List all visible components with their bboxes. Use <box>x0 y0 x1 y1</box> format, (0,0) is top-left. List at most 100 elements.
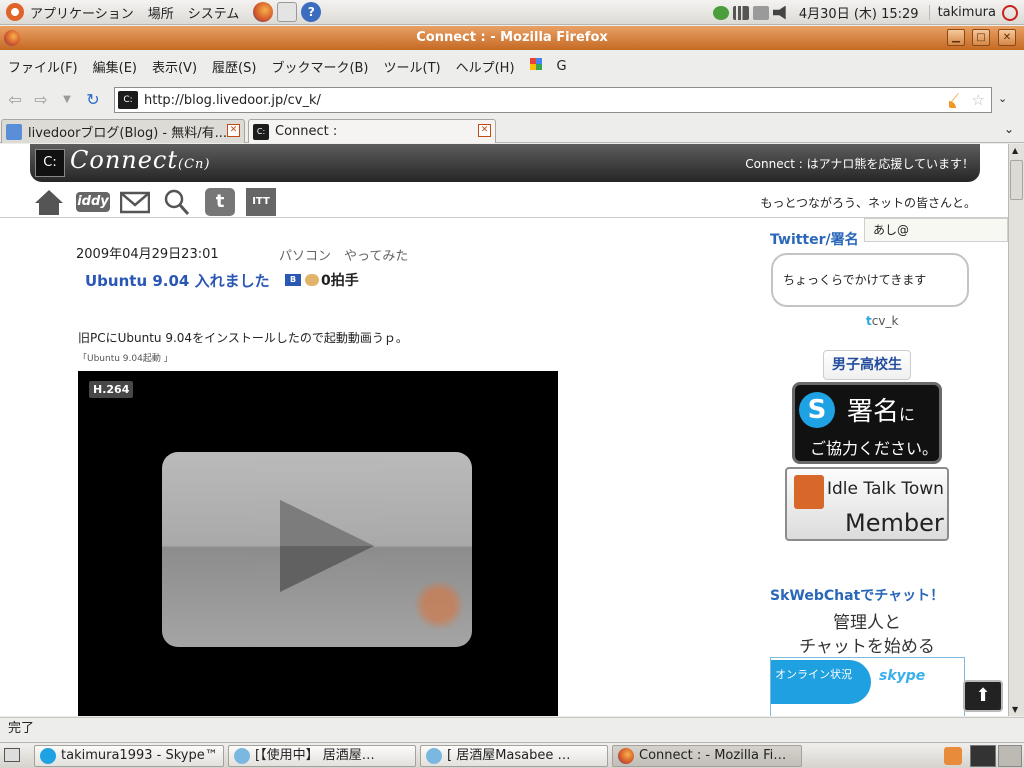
tab-bar: livedoorブログ(Blog) - 無料/有... ✕ C: Connect… <box>0 118 1024 143</box>
help-launcher-icon[interactable]: ? <box>301 2 322 22</box>
skwebchat-heading[interactable]: SkWebChatでチャット！ <box>770 585 944 605</box>
back-to-top-button[interactable]: ⬆ <box>963 680 1003 712</box>
menu-history[interactable]: 履歴(S) <box>212 57 256 76</box>
menu-help[interactable]: ヘルプ(H) <box>456 57 515 76</box>
blog-name[interactable]: Connect(Cn) <box>70 146 210 174</box>
url-bar[interactable]: C: http://blog.livedoor.jp/cv_k/ ⟋ ☆ <box>114 87 992 113</box>
skype-icon: S <box>799 392 835 428</box>
printer-icon[interactable] <box>752 5 769 20</box>
post-category[interactable]: パソコン やってみた <box>279 245 408 264</box>
workspace-2[interactable] <box>998 745 1022 767</box>
task-chat-2[interactable]: [ 居酒屋Masabee … <box>420 745 608 767</box>
connect-favicon: C: <box>253 123 269 140</box>
show-desktop-icon[interactable] <box>4 748 20 762</box>
url-dropdown-icon[interactable]: ⌄ <box>998 92 1007 105</box>
blog-name-sub: (Cn) <box>178 157 211 172</box>
status-text: 完了 <box>8 721 35 736</box>
twitter-user[interactable]: tcv_k <box>866 314 898 328</box>
maximize-button[interactable]: □ <box>972 29 990 46</box>
menu-file[interactable]: ファイル(F) <box>8 57 78 76</box>
tooltip: あし@ <box>864 218 1008 242</box>
hatena-bookmark-icon[interactable]: B <box>285 274 301 286</box>
scrollbar-thumb[interactable] <box>1010 160 1023 200</box>
rss-feed-icon[interactable]: ⟋ <box>949 92 965 108</box>
menu-edit[interactable]: 編集(E) <box>93 57 137 76</box>
post-title[interactable]: Ubuntu 9.04 入れました <box>85 270 270 291</box>
user-menu[interactable]: takimura <box>928 5 1002 20</box>
bookmark-star-icon[interactable]: ☆ <box>972 91 985 109</box>
blog-header[interactable]: C: Connect(Cn) Connect : はアナロ熊を応援しています！ <box>30 144 980 182</box>
workspace-1[interactable] <box>970 745 996 767</box>
twitter-user-label: cv_k <box>871 314 899 328</box>
tab-close-icon[interactable]: ✕ <box>478 124 491 137</box>
task-skype[interactable]: takimura1993 - Skype™ <box>34 745 224 767</box>
tweet-text: ちょっくらでかけてきます <box>783 273 927 287</box>
trash-icon[interactable] <box>944 747 962 765</box>
skype-signature-banner[interactable]: S 署名に ご協力ください。 <box>792 382 942 464</box>
update-notifier-icon[interactable] <box>712 5 729 20</box>
volume-icon[interactable] <box>772 5 786 20</box>
network-icon[interactable] <box>732 5 749 20</box>
menubar: ファイル(F) 編集(E) 表示(V) 履歴(S) ブックマーク(B) ツール(… <box>0 51 1024 81</box>
close-button[interactable]: ✕ <box>998 29 1016 46</box>
system-menu[interactable]: システム <box>188 3 240 22</box>
forward-button[interactable]: ⇨ <box>30 89 52 111</box>
tab-list-icon[interactable]: ⌄ <box>1004 122 1014 136</box>
mail-icon[interactable] <box>120 188 150 216</box>
twitter-heading[interactable]: Twitter/署名 <box>770 229 859 249</box>
scroll-down-icon[interactable]: ▼ <box>1012 705 1018 714</box>
power-icon[interactable] <box>1002 4 1018 21</box>
itt-member-banner[interactable]: Idle Talk Town Member <box>785 467 949 541</box>
itt-banner-title: Idle Talk Town <box>827 479 944 499</box>
search-icon[interactable] <box>162 188 192 216</box>
vertical-scrollbar[interactable]: ▲ ▼ <box>1008 144 1024 716</box>
task-firefox[interactable]: Connect : - Mozilla Fi… <box>612 745 802 767</box>
reload-button[interactable]: ↻ <box>82 89 104 111</box>
url-text[interactable]: http://blog.livedoor.jp/cv_k/ <box>144 93 321 108</box>
blog-tagline: もっとつながろう、ネットの皆さんと。 <box>760 196 976 210</box>
clock[interactable]: 4月30日 (木) 15:29 <box>799 3 919 22</box>
tab-close-icon[interactable]: ✕ <box>227 124 240 137</box>
places-menu[interactable]: 場所 <box>148 3 174 22</box>
twitter-icon[interactable]: t <box>205 188 235 216</box>
back-button[interactable]: ⇦ <box>4 89 26 111</box>
system-tray: 4月30日 (木) 15:29 takimura <box>712 0 1024 25</box>
home-icon[interactable] <box>34 188 64 216</box>
menu-view[interactable]: 表示(V) <box>152 57 197 76</box>
video-caption: 「Ubuntu 9.04起動 」 <box>78 354 173 364</box>
task-chat-1[interactable]: [【使用中】 居酒屋… <box>228 745 416 767</box>
scroll-up-icon[interactable]: ▲ <box>1012 146 1018 155</box>
tab-livedoor[interactable]: livedoorブログ(Blog) - 無料/有... ✕ <box>1 119 245 143</box>
menu-google[interactable]: G <box>529 58 582 74</box>
itt-icon[interactable]: ITT <box>246 188 276 216</box>
applications-menu[interactable]: アプリケーション <box>0 3 134 22</box>
firefox-task-icon <box>618 748 634 764</box>
tab-connect[interactable]: C: Connect : ✕ <box>248 119 496 143</box>
clap-button[interactable]: B 0拍手 <box>285 270 359 290</box>
menu-google-label: G <box>556 59 567 74</box>
blog-logo[interactable]: C: <box>35 149 65 177</box>
chat-task-icon <box>426 748 442 764</box>
skwebchat-link[interactable]: 管理人と チャットを始める <box>770 611 964 659</box>
history-dropdown-button[interactable]: ▼ <box>56 89 78 111</box>
firefox-window-icon[interactable] <box>4 30 20 46</box>
post-date: 2009年04月29日23:01 <box>76 247 219 262</box>
iddy-icon[interactable]: iddy <box>76 192 110 212</box>
video-player[interactable]: H.264 <box>78 371 558 716</box>
skype-online-status[interactable]: オンライン状況 skype <box>770 657 965 716</box>
online-status-label: オンライン状況 <box>771 660 871 704</box>
window-titlebar[interactable]: Connect : - Mozilla Firefox ▁ □ ✕ <box>0 26 1024 50</box>
menu-bookmarks[interactable]: ブックマーク(B) <box>271 57 368 76</box>
ubuntu-logo-icon <box>6 3 24 21</box>
minimize-button[interactable]: ▁ <box>947 29 965 46</box>
skwebchat-line1: 管理人と <box>833 613 901 633</box>
skwebchat-line2: チャットを始める <box>799 637 935 657</box>
firefox-launcher-icon[interactable] <box>253 2 274 22</box>
clap-icon <box>305 274 319 286</box>
video-format-badge: H.264 <box>89 381 134 398</box>
google-icon <box>529 58 542 70</box>
task-chat-1-label: [【使用中】 居酒屋… <box>255 748 375 763</box>
menu-tools[interactable]: ツール(T) <box>384 57 441 76</box>
mail-launcher-icon[interactable] <box>277 2 298 22</box>
dk-badge[interactable]: 男子高校生 <box>823 350 911 380</box>
